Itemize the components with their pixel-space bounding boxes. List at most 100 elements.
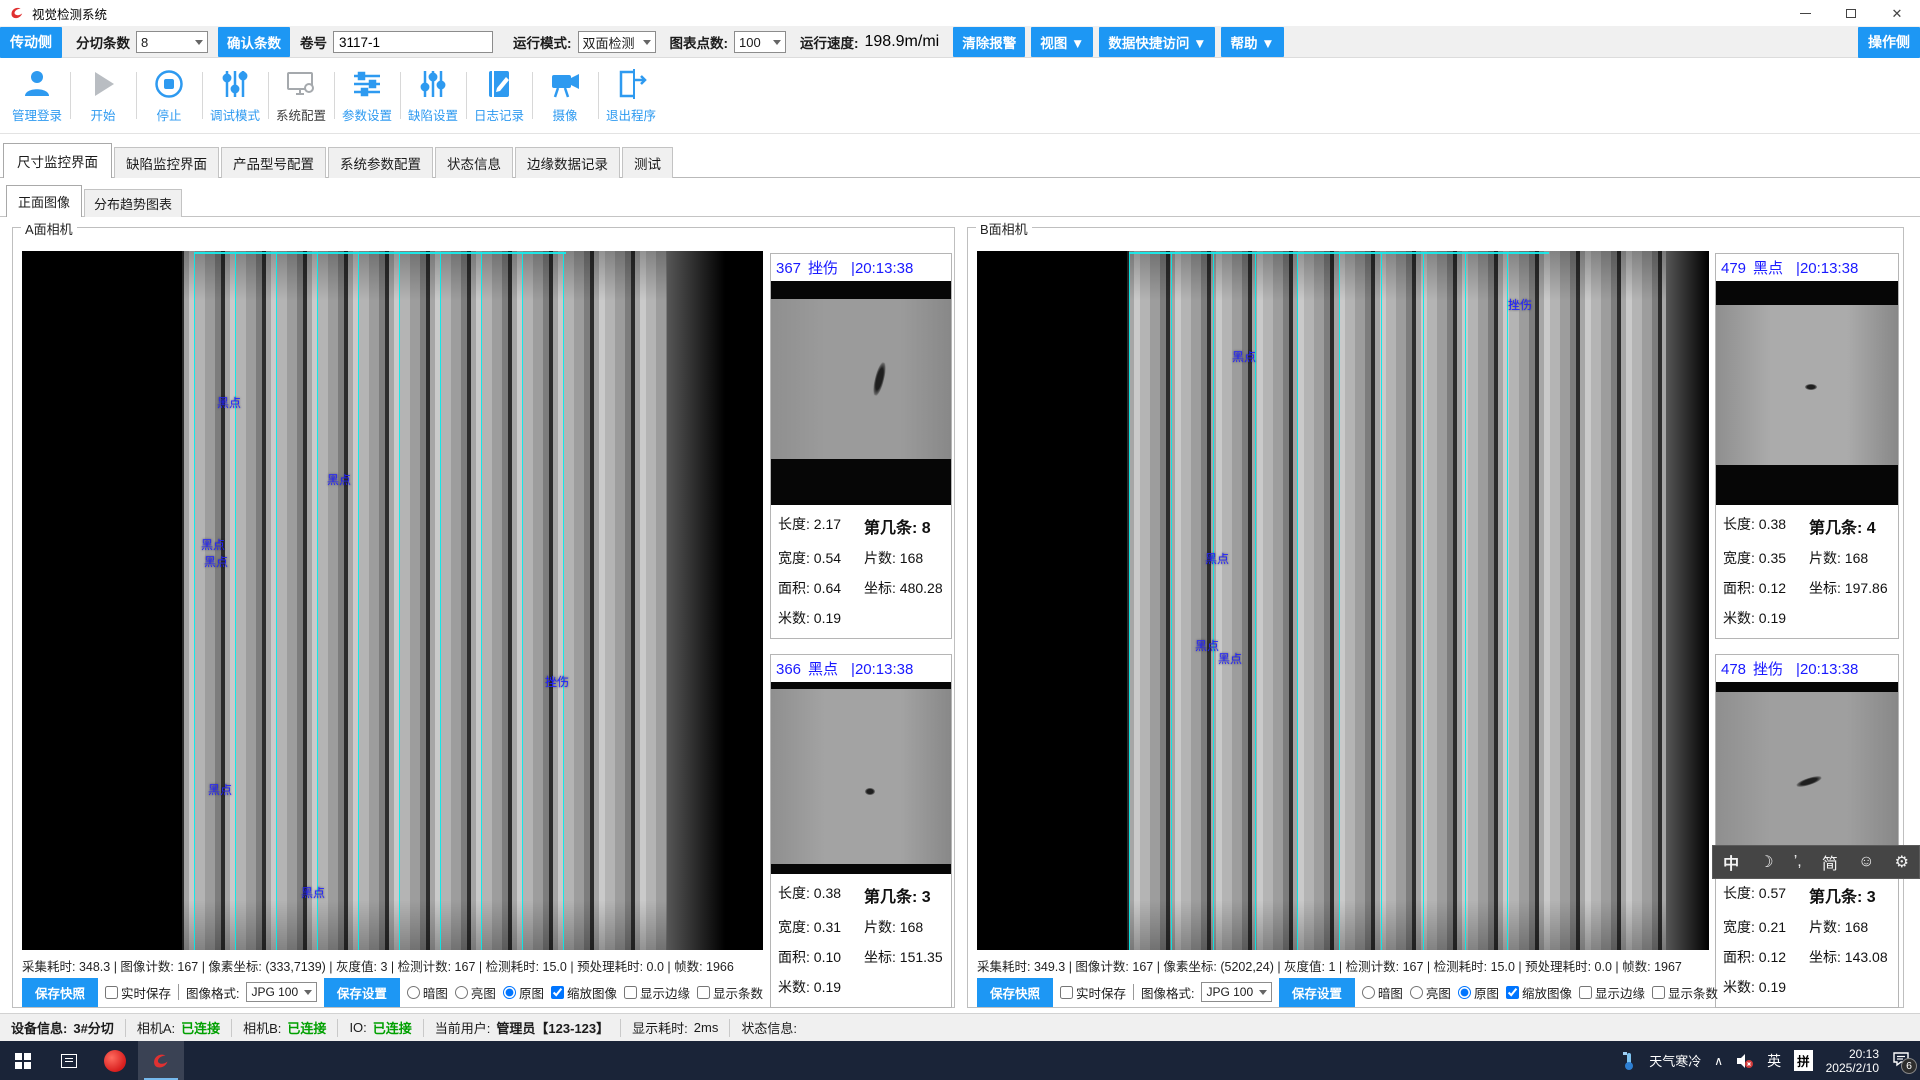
clock[interactable]: 20:13 2025/2/10 <box>1826 1047 1879 1075</box>
clear-alarm-button[interactable]: 清除报警 <box>953 27 1025 57</box>
tab-product-model-config[interactable]: 产品型号配置 <box>221 147 326 178</box>
bright-image-radio[interactable]: 亮图 <box>455 983 496 1002</box>
ime-punctuation-icon[interactable]: ’, <box>1794 853 1802 871</box>
task-view-button[interactable] <box>46 1041 92 1080</box>
app-statusbar: 设备信息: 3#分切 相机A: 已连接 相机B: 已连接 IO: 已连接 当前用… <box>0 1013 1920 1041</box>
operator-side-button[interactable]: 操作侧 <box>1858 27 1920 58</box>
split-count-select[interactable]: 8 <box>136 31 208 53</box>
confirm-count-button[interactable]: 确认条数 <box>218 27 290 57</box>
show-edge-checkbox[interactable]: 显示边缘 <box>624 983 690 1002</box>
defect-header: 479 黑点 |20:13:38 <box>1716 254 1898 281</box>
bright-image-radio[interactable]: 亮图 <box>1410 983 1451 1002</box>
ime-simplified-button[interactable]: 简 <box>1822 850 1838 874</box>
image-format-select[interactable]: JPG 100 <box>1201 982 1271 1002</box>
show-count-checkbox[interactable]: 显示条数 <box>1652 983 1718 1002</box>
defect-snapshot <box>1716 281 1898 505</box>
subtab-front-image[interactable]: 正面图像 <box>6 185 82 217</box>
tab-system-param-config[interactable]: 系统参数配置 <box>328 147 433 178</box>
view-menu-button[interactable]: 视图 ▼ <box>1031 27 1093 57</box>
ime-toolbar: 中 ☽ ’, 简 ☺ ⚙ <box>1712 845 1920 879</box>
zoom-image-checkbox[interactable]: 缩放图像 <box>551 983 617 1002</box>
defect-id: 367 <box>776 260 801 277</box>
red-app-icon <box>104 1050 126 1072</box>
defect-mark: 黑点 <box>204 553 228 570</box>
exit-program-button[interactable]: 退出程序 <box>598 58 664 133</box>
defect-settings-button[interactable]: 缺陷设置 <box>400 58 466 133</box>
camera-button[interactable]: 摄像 <box>532 58 598 133</box>
stop-icon <box>152 67 186 101</box>
save-snapshot-button[interactable]: 保存快照 <box>22 978 98 1007</box>
zoom-image-checkbox[interactable]: 缩放图像 <box>1506 983 1572 1002</box>
language-indicator[interactable]: 英 <box>1767 1051 1781 1071</box>
window-title: 视觉检测系统 <box>32 4 107 23</box>
image-format-select[interactable]: JPG 100 <box>246 982 316 1002</box>
weather-text[interactable]: 天气寒冷 <box>1649 1051 1701 1070</box>
realtime-save-checkbox[interactable]: 实时保存 <box>105 983 171 1002</box>
taskbar-app-red[interactable] <box>92 1041 138 1080</box>
checkbox-box[interactable] <box>105 986 118 999</box>
clock-time: 20:13 <box>1826 1047 1879 1061</box>
sliders-vertical-icon <box>416 67 450 101</box>
defect-type: 挫伤 <box>1753 658 1783 679</box>
camera-b-status: 相机B: 已连接 <box>232 1019 338 1037</box>
save-settings-button[interactable]: 保存设置 <box>1279 978 1355 1007</box>
defect-blob <box>871 361 888 396</box>
start-button[interactable]: 开始 <box>70 58 136 133</box>
subtab-trend-chart[interactable]: 分布趋势图表 <box>84 189 182 217</box>
maximize-icon <box>1846 9 1856 18</box>
ime-fullwidth-moon-icon[interactable]: ☽ <box>1759 852 1773 872</box>
save-settings-button[interactable]: 保存设置 <box>324 978 400 1007</box>
ime-pinyin-badge[interactable]: 拼 <box>1794 1050 1813 1071</box>
defect-id: 479 <box>1721 260 1746 277</box>
tab-edge-data-record[interactable]: 边缘数据记录 <box>515 147 620 178</box>
tab-size-monitor[interactable]: 尺寸监控界面 <box>3 143 112 178</box>
speaker-muted-icon[interactable] <box>1736 1053 1754 1069</box>
icon-toolbar: 管理登录 开始 停止 调试模式 系统配置 参数设置 缺陷设置 日志记录 摄像 退… <box>0 58 1920 134</box>
defect-card: 367 挫伤 |20:13:38 长度: 2.17 第几条: 8 宽度: 0.5… <box>770 253 952 639</box>
show-count-checkbox[interactable]: 显示条数 <box>697 983 763 1002</box>
stop-button[interactable]: 停止 <box>136 58 202 133</box>
tray-expand-chevron-icon[interactable]: ∧ <box>1714 1054 1723 1068</box>
display-time: 显示耗时: 2ms <box>621 1019 730 1037</box>
close-button[interactable]: ✕ <box>1874 0 1920 26</box>
chart-points-select[interactable]: 100 <box>734 31 786 53</box>
system-config-button[interactable]: 系统配置 <box>268 58 334 133</box>
camera-a-title: A面相机 <box>21 219 77 238</box>
data-quick-access-button[interactable]: 数据快捷访问 ▼ <box>1099 27 1215 57</box>
realtime-save-checkbox[interactable]: 实时保存 <box>1060 983 1126 1002</box>
debug-mode-button[interactable]: 调试模式 <box>202 58 268 133</box>
start-button[interactable] <box>0 1041 46 1080</box>
show-edge-checkbox[interactable]: 显示边缘 <box>1579 983 1645 1002</box>
defect-time: 20:13:38 <box>855 661 913 678</box>
tab-status-info[interactable]: 状态信息 <box>435 147 513 178</box>
original-image-radio[interactable]: 原图 <box>1458 983 1499 1002</box>
drive-side-button[interactable]: 传动侧 <box>0 27 62 58</box>
maximize-button[interactable] <box>1828 0 1874 26</box>
exit-door-icon <box>614 67 648 101</box>
defect-mark: 黑点 <box>208 781 232 798</box>
taskbar-app-vision-system[interactable] <box>138 1041 184 1080</box>
defect-mark: 黑点 <box>1195 637 1219 654</box>
minimize-button[interactable] <box>1782 0 1828 26</box>
run-mode-select[interactable]: 双面检测 <box>578 31 656 53</box>
notification-center-button[interactable]: 6 <box>1892 1051 1910 1070</box>
ime-chinese-mode-button[interactable]: 中 <box>1723 850 1739 874</box>
tab-defect-monitor[interactable]: 缺陷监控界面 <box>114 147 219 178</box>
original-image-radio[interactable]: 原图 <box>503 983 544 1002</box>
image-controls: 保存快照 实时保存 图像格式: JPG 100 保存设置 暗图 亮图 原图 缩放… <box>977 978 1718 1006</box>
dark-image-radio[interactable]: 暗图 <box>407 983 448 1002</box>
tab-test[interactable]: 测试 <box>622 147 673 178</box>
log-record-button[interactable]: 日志记录 <box>466 58 532 133</box>
defect-mark: 黑点 <box>327 471 351 488</box>
ime-emoji-icon[interactable]: ☺ <box>1858 853 1874 871</box>
param-settings-button[interactable]: 参数设置 <box>334 58 400 133</box>
ime-settings-gear-icon[interactable]: ⚙ <box>1895 852 1909 872</box>
roll-number-input[interactable] <box>333 31 493 53</box>
save-snapshot-button[interactable]: 保存快照 <box>977 978 1053 1007</box>
dark-image-radio[interactable]: 暗图 <box>1362 983 1403 1002</box>
monitor-gear-icon <box>284 67 318 101</box>
help-menu-button[interactable]: 帮助 ▼ <box>1221 27 1283 57</box>
taskbar-tray: 天气寒冷 ∧ 英 拼 20:13 2025/2/10 6 <box>1622 1047 1920 1075</box>
defect-mark: 黑点 <box>1232 348 1256 365</box>
admin-login-button[interactable]: 管理登录 <box>4 58 70 133</box>
